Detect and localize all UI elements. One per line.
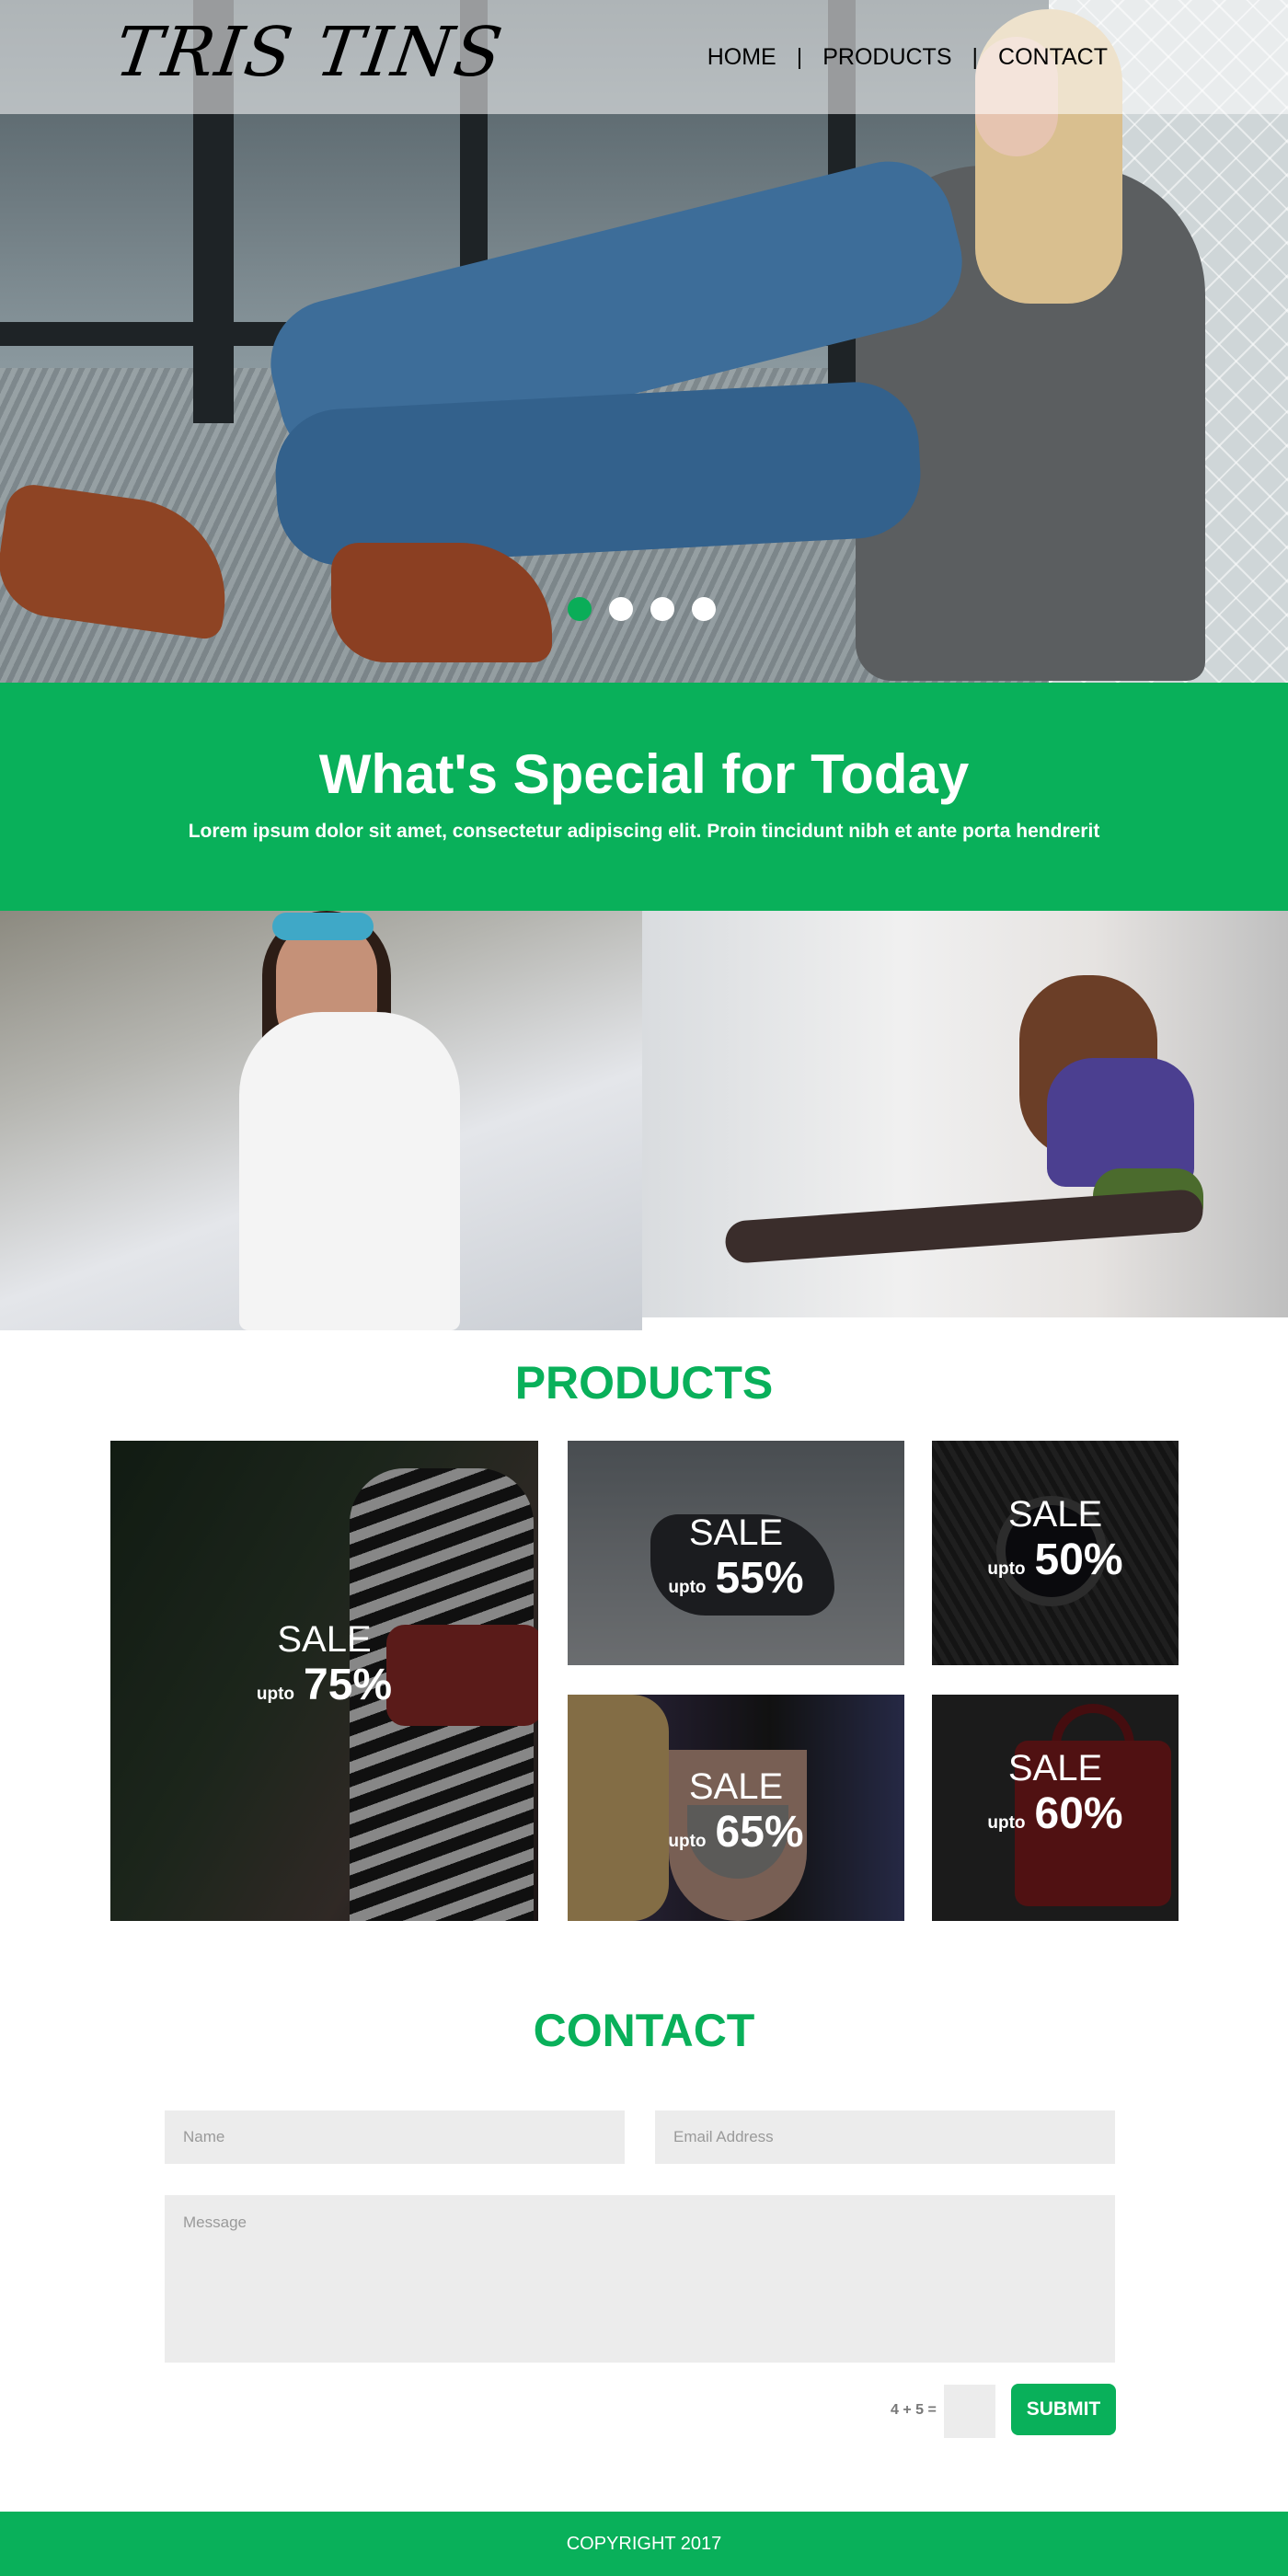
nav-contact[interactable]: CONTACT [998, 44, 1108, 71]
top-navbar: TRIS TINS HOME | PRODUCTS | CONTACT [0, 0, 1288, 114]
slider-dot-2[interactable] [609, 597, 633, 621]
nav-separator: | [972, 44, 979, 70]
product-tile-clothing[interactable]: SALE upto 75% [110, 1441, 538, 1921]
products-title: PRODUCTS [514, 1357, 774, 1409]
sale-badge: SALE upto 65% [568, 1768, 904, 1857]
upto-label: upto [668, 1832, 707, 1851]
slider-dot-4[interactable] [692, 597, 716, 621]
sale-percent: 50% [1034, 1535, 1123, 1584]
message-textarea[interactable] [165, 2195, 1115, 2363]
sale-percent: 55% [715, 1554, 804, 1603]
email-input[interactable] [655, 2110, 1115, 2164]
nav-products[interactable]: PRODUCTS [822, 44, 951, 71]
sale-percent: 60% [1034, 1789, 1123, 1838]
upto-label: upto [987, 1813, 1026, 1833]
product-tile-jewelry[interactable]: SALE upto 65% [568, 1695, 904, 1921]
upto-label: upto [668, 1578, 707, 1597]
captcha-input[interactable] [944, 2385, 995, 2438]
sale-badge: SALE upto 50% [932, 1496, 1179, 1585]
feature-image-beach [0, 911, 642, 1330]
name-input[interactable] [165, 2110, 625, 2164]
feature-model-headband [272, 913, 374, 940]
special-subtitle: Lorem ipsum dolor sit amet, consectetur … [188, 821, 1100, 842]
slider-dots [568, 597, 716, 621]
feature-model-top [239, 1012, 460, 1330]
sale-percent: 75% [304, 1661, 393, 1709]
special-banner: What's Special for Today Lorem ipsum dol… [0, 683, 1288, 911]
footer: COPYRIGHT 2017 [0, 2512, 1288, 2576]
slider-dot-3[interactable] [650, 597, 674, 621]
site-logo[interactable]: TRIS TINS [110, 13, 509, 92]
sale-label: SALE [688, 1766, 784, 1807]
sale-label: SALE [1007, 1494, 1103, 1535]
copyright-text: COPYRIGHT 2017 [566, 2534, 722, 2554]
nav-separator: | [796, 44, 803, 70]
sale-label: SALE [688, 1512, 784, 1553]
product-tile-bags[interactable]: SALE upto 60% [932, 1695, 1179, 1921]
main-nav: HOME | PRODUCTS | CONTACT [707, 44, 1108, 71]
product-tile-shoes[interactable]: SALE upto 55% [568, 1441, 904, 1665]
submit-button[interactable]: SUBMIT [1011, 2384, 1116, 2435]
contact-title: CONTACT [533, 2005, 755, 2056]
sale-label: SALE [1007, 1748, 1103, 1788]
special-title: What's Special for Today [318, 743, 970, 805]
upto-label: upto [987, 1559, 1026, 1579]
feature-image-room [642, 911, 1288, 1317]
feature-model-legs [724, 1188, 1204, 1265]
product-tile-watches[interactable]: SALE upto 50% [932, 1441, 1179, 1665]
slider-dot-1[interactable] [568, 597, 592, 621]
sale-label: SALE [277, 1619, 372, 1660]
upto-label: upto [256, 1685, 295, 1704]
sale-badge: SALE upto 75% [110, 1621, 538, 1710]
sale-badge: SALE upto 55% [568, 1514, 904, 1604]
captcha-question: 4 + 5 = [891, 2402, 937, 2418]
sale-badge: SALE upto 60% [932, 1750, 1179, 1839]
sale-percent: 65% [715, 1808, 804, 1857]
feature-model-top [1047, 1058, 1194, 1187]
nav-home[interactable]: HOME [707, 44, 776, 71]
